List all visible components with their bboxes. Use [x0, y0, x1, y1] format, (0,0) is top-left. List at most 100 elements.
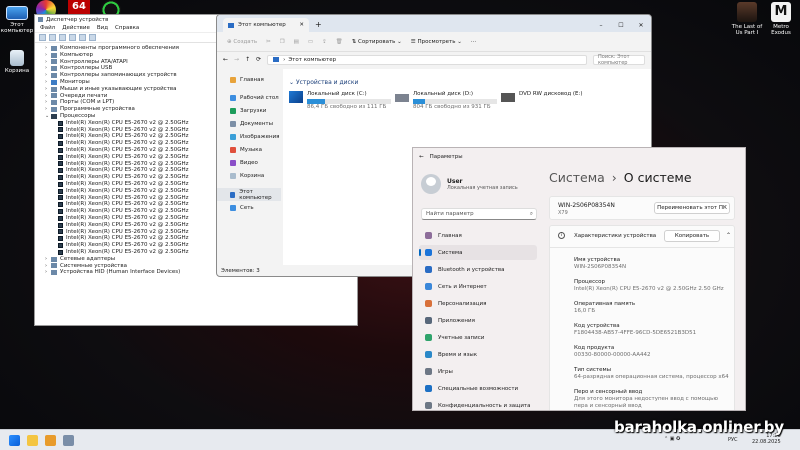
- status-bar: Элементов: 3: [221, 268, 260, 274]
- sidebar-item-privacy[interactable]: Конфиденциальность и защита: [419, 398, 537, 410]
- file-explorer-icon[interactable]: [27, 435, 38, 446]
- scan-icon[interactable]: [79, 34, 86, 41]
- sidebar-item-network[interactable]: Сеть и Интернет: [419, 279, 537, 294]
- processor-icon: [58, 134, 63, 140]
- title-bar: ← Параметры: [413, 148, 745, 166]
- drive-e[interactable]: DVD RW дисковод (E:): [501, 91, 583, 102]
- nav-item-desktop[interactable]: Рабочий стол: [217, 91, 281, 104]
- properties-icon[interactable]: [59, 34, 66, 41]
- refresh-icon[interactable]: ⟳: [256, 56, 261, 63]
- avatar: [421, 174, 441, 194]
- desktop-icon-this-pc[interactable]: Этот компьютер: [0, 6, 34, 34]
- tray-icons[interactable]: ⌃ ▣ ✪: [664, 436, 680, 442]
- sidebar-item-accessibility[interactable]: Специальные возможности: [419, 381, 537, 396]
- copy-icon[interactable]: ❐: [280, 39, 285, 45]
- accessibility-icon: [425, 385, 432, 392]
- nav-item-documents[interactable]: Документы: [217, 117, 281, 130]
- menu-item-view[interactable]: Вид: [97, 25, 108, 31]
- search-icon: ⌕: [529, 210, 533, 217]
- back-icon[interactable]: [39, 34, 46, 41]
- language-indicator[interactable]: РУС: [728, 437, 738, 443]
- sidebar-item-gaming[interactable]: Игры: [419, 364, 537, 379]
- copy-button[interactable]: Копировать: [664, 230, 720, 242]
- nav-item-pictures[interactable]: Изображения: [217, 130, 281, 143]
- sidebar-item-accounts[interactable]: Учетные записи: [419, 330, 537, 345]
- desktop-icon-recycle[interactable]: Корзина: [0, 50, 34, 74]
- aida64-icon[interactable]: 64: [68, 0, 90, 15]
- forward-icon[interactable]: [49, 34, 56, 41]
- nav-item-home[interactable]: Главная: [217, 73, 281, 86]
- desktop-icon-label: The Last of Us Part I: [731, 24, 763, 36]
- device-manager-icon[interactable]: [63, 435, 74, 446]
- search-input[interactable]: Поиск: Этот компьютер: [593, 54, 645, 66]
- shield-icon: [425, 402, 432, 409]
- delete-icon[interactable]: 🗑: [336, 39, 343, 45]
- processor-icon: [58, 222, 63, 228]
- windows-start-icon[interactable]: [9, 435, 20, 446]
- minimize-icon[interactable]: –: [591, 22, 611, 29]
- forward-icon[interactable]: →: [234, 56, 239, 63]
- rename-pc-button[interactable]: Переименовать этот ПК: [654, 202, 730, 214]
- spec-device-id: Код устройства F1804438-AB57-4FFE-96CD-5D…: [574, 323, 697, 336]
- drive-c[interactable]: Локальный диск (C:) 86,4 ГБ свободно из …: [289, 91, 391, 110]
- desktop-icon-last-of-us[interactable]: The Last of Us Part I: [730, 2, 764, 36]
- close-icon[interactable]: ✕: [631, 22, 651, 29]
- sidebar-item-bluetooth[interactable]: Bluetooth и устройства: [419, 262, 537, 277]
- share-icon[interactable]: ⇪: [322, 39, 327, 45]
- maximize-icon[interactable]: ☐: [611, 22, 631, 29]
- nav-item-videos[interactable]: Видео: [217, 156, 281, 169]
- drive-d[interactable]: Локальный диск (D:) 804 ГБ свободно из 9…: [395, 91, 497, 110]
- chevron-up-icon[interactable]: ⌃: [726, 232, 731, 239]
- search-input[interactable]: Найти параметр ⌕: [421, 208, 537, 220]
- sort-button[interactable]: ⇅ Сортировать ⌄: [352, 39, 402, 45]
- divider: [550, 247, 734, 248]
- folder-app-icon[interactable]: [45, 435, 56, 446]
- processor-icon: [58, 236, 63, 242]
- help-icon[interactable]: [69, 34, 76, 41]
- up-icon[interactable]: ↑: [245, 56, 250, 63]
- close-icon[interactable]: ✕: [299, 22, 304, 28]
- address-bar[interactable]: › Этот компьютер: [267, 54, 587, 65]
- sidebar-item-home[interactable]: Главная: [419, 228, 537, 243]
- back-icon[interactable]: ←: [419, 154, 424, 160]
- nav-item-network[interactable]: Сеть: [217, 201, 281, 214]
- monitor-icon[interactable]: [89, 34, 96, 41]
- tab-this-pc[interactable]: Этот компьютер ✕: [223, 18, 309, 32]
- cut-icon[interactable]: ✂: [266, 39, 271, 45]
- nav-item-downloads[interactable]: Загрузки: [217, 104, 281, 117]
- back-icon[interactable]: ←: [223, 56, 228, 63]
- section-header[interactable]: ⌄ Устройства и диски: [289, 79, 645, 86]
- nav-item-music[interactable]: Музыка: [217, 143, 281, 156]
- drive-info: Локальный диск (C:) 86,4 ГБ свободно из …: [307, 91, 391, 110]
- desktop-icon-label: Этот компьютер: [0, 22, 34, 34]
- nav-item-recycle[interactable]: Корзина: [217, 169, 281, 182]
- desktop-icon-metro[interactable]: M Metro Exodus: [764, 2, 798, 36]
- network-adapter-icon: [51, 256, 57, 262]
- new-tab-icon[interactable]: +: [315, 20, 322, 29]
- menu-item-action[interactable]: Действие: [62, 25, 90, 31]
- sidebar-item-personalization[interactable]: Персонализация: [419, 296, 537, 311]
- desktop-icon-label: Корзина: [4, 68, 30, 74]
- printer-icon: [51, 93, 57, 99]
- sidebar-item-time[interactable]: Время и язык: [419, 347, 537, 362]
- processor-icon: [58, 229, 63, 235]
- spec-product-id: Код продукта 00330-80000-00000-AA442: [574, 345, 651, 358]
- menu-item-file[interactable]: Файл: [40, 25, 55, 31]
- create-button[interactable]: ⊕ Создать: [227, 39, 257, 45]
- view-button[interactable]: ☰ Просмотреть ⌄: [411, 39, 462, 45]
- rename-icon[interactable]: ▭: [308, 39, 313, 45]
- more-icon[interactable]: ···: [471, 39, 476, 45]
- desktop-icon-label: Metro Exodus: [771, 24, 791, 36]
- usb-icon: [51, 66, 57, 72]
- sidebar-item-apps[interactable]: Приложения: [419, 313, 537, 328]
- menu-item-help[interactable]: Справка: [115, 25, 139, 31]
- nav-item-this-pc[interactable]: Этот компьютер: [217, 188, 281, 201]
- user-card[interactable]: User Локальная учетная запись: [421, 174, 518, 194]
- paste-icon[interactable]: ▤: [294, 39, 299, 45]
- processor-icon: [58, 147, 63, 153]
- gamepad-icon: [425, 368, 432, 375]
- monitor-icon: [425, 249, 432, 256]
- processor-icon: [58, 188, 63, 194]
- download-icon: [230, 107, 236, 114]
- sidebar-item-system[interactable]: Система: [419, 245, 537, 260]
